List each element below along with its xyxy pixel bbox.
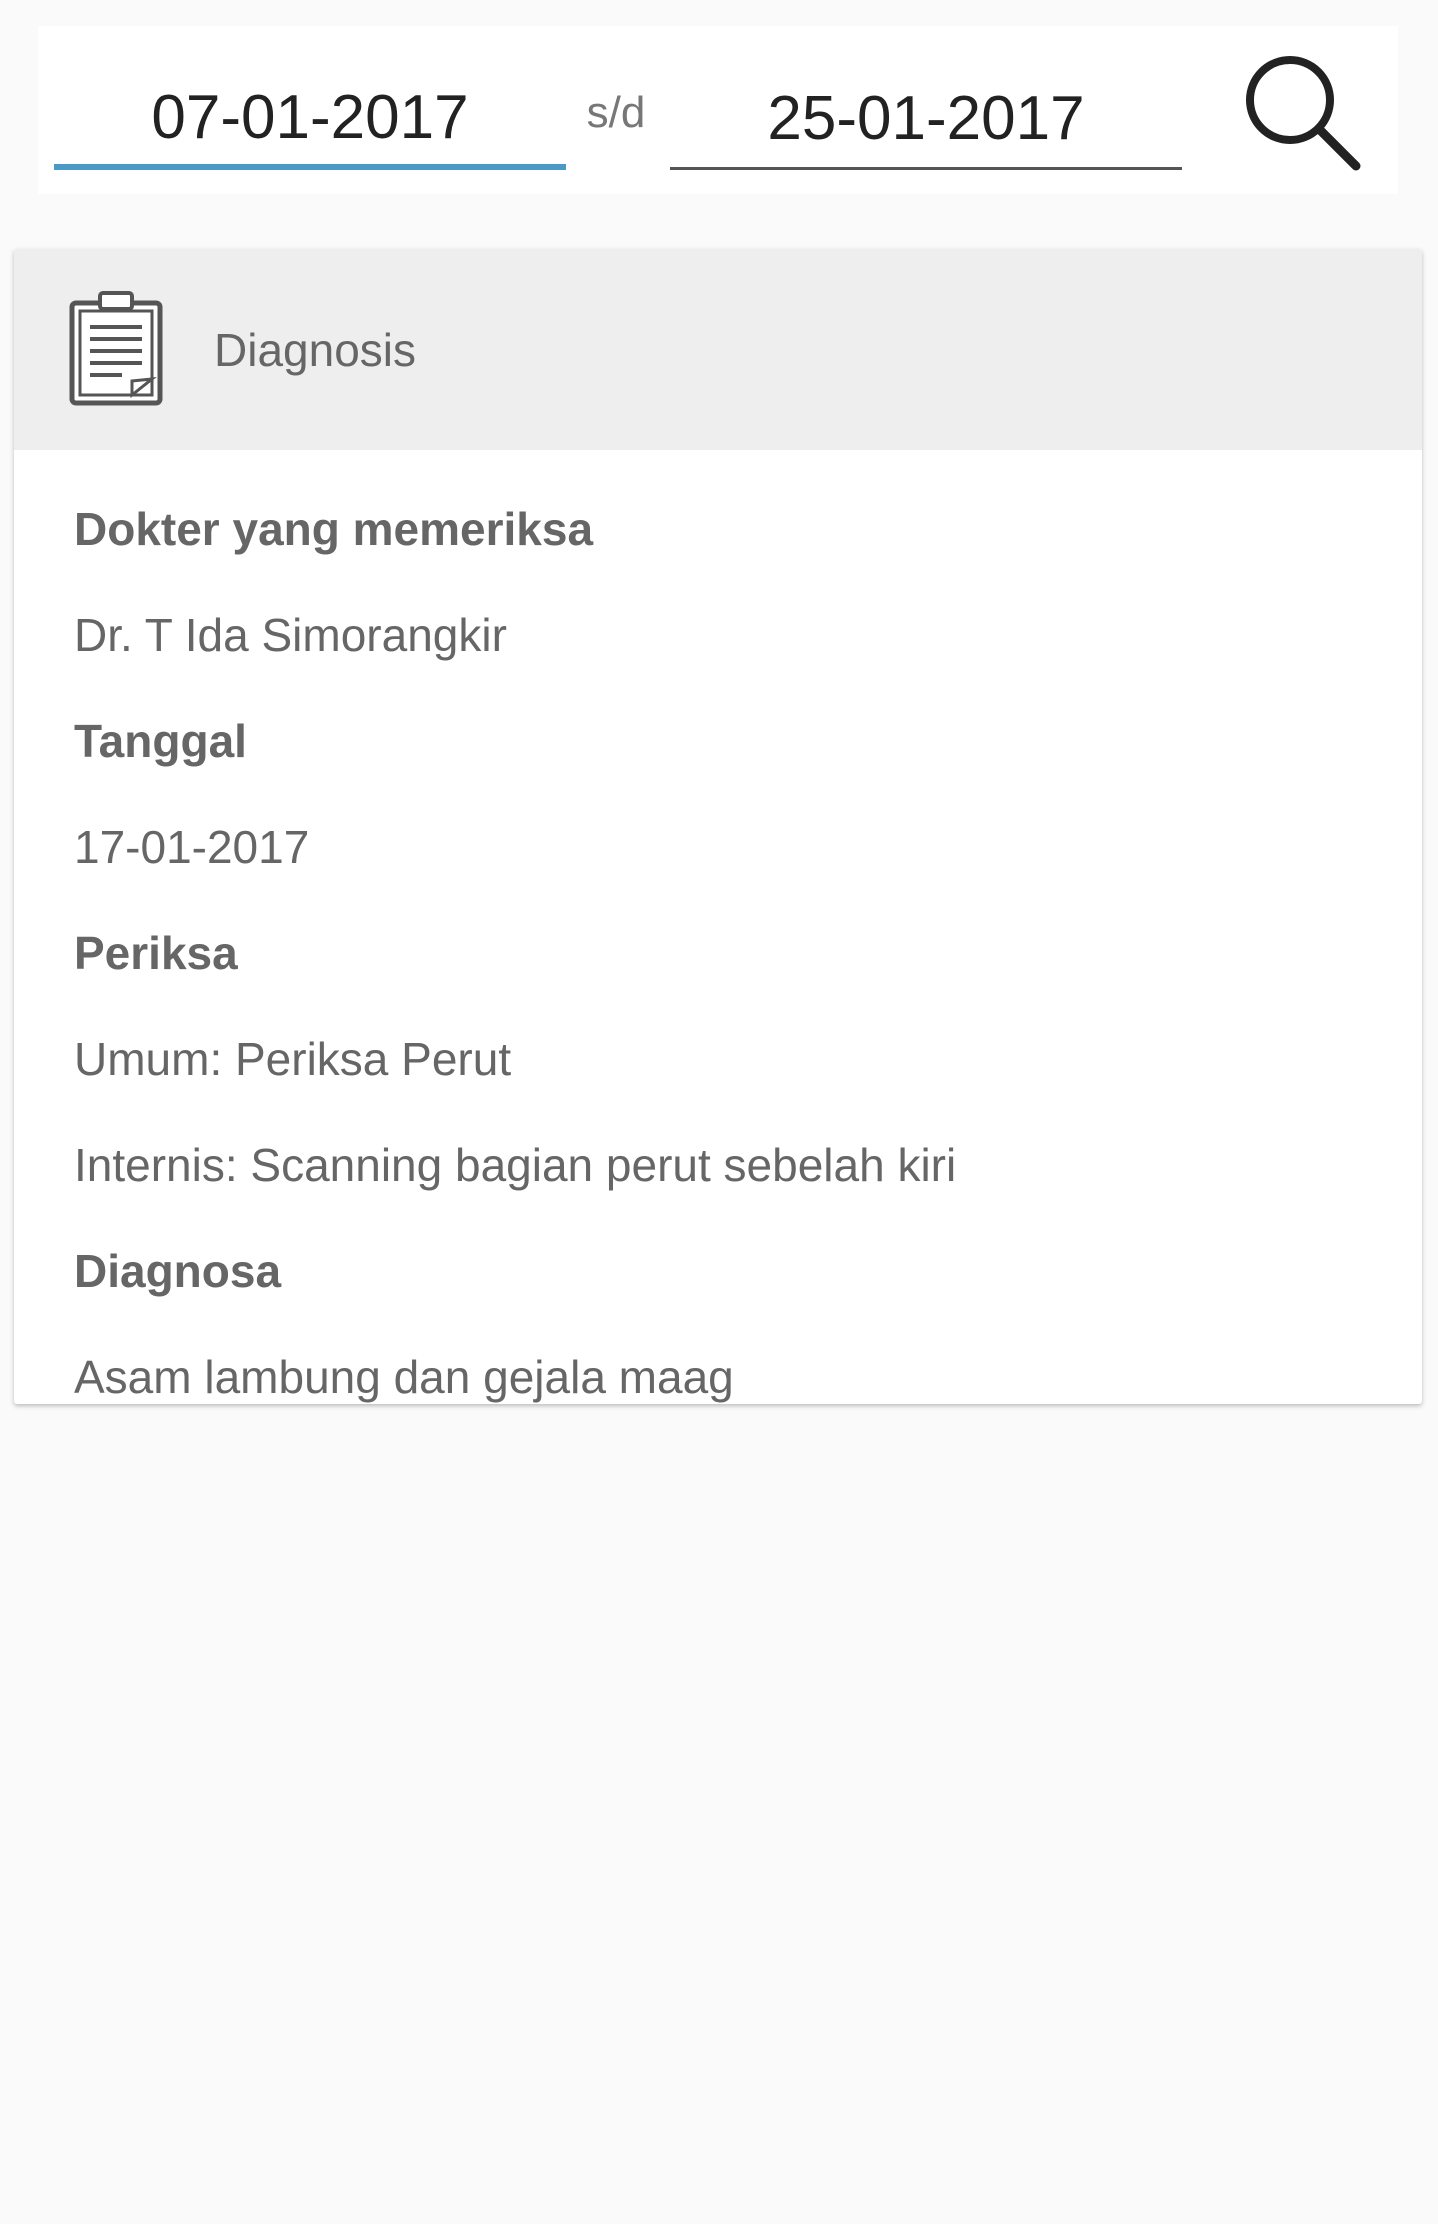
date-range-separator: s/d <box>586 88 646 137</box>
diagnosis-value: Asam lambung dan gejala maag <box>74 1351 734 1403</box>
exam-item: Internis: Scanning bagian perut sebelah … <box>74 1139 957 1191</box>
doctor-value: Dr. T Ida Simorangkir <box>74 609 507 661</box>
date-to-field[interactable] <box>670 70 1182 170</box>
card-title: Diagnosis <box>214 324 416 376</box>
clipboard-icon <box>66 289 176 409</box>
date-value: 17-01-2017 <box>74 821 310 873</box>
card-body: Dokter yang memeriksa Dr. T Ida Simorang… <box>14 450 1422 1404</box>
card-header: Diagnosis <box>14 249 1422 450</box>
diagnosis-card: Diagnosis Dokter yang memeriksa Dr. T Id… <box>14 249 1422 1404</box>
search-icon <box>1246 56 1361 171</box>
date-filter-bar: s/d <box>38 26 1398 194</box>
date-label: Tanggal <box>74 715 247 767</box>
doctor-label: Dokter yang memeriksa <box>74 503 594 555</box>
search-button[interactable] <box>1238 48 1368 178</box>
exam-label: Periksa <box>74 927 238 979</box>
date-from-field[interactable] <box>54 70 566 170</box>
diagnosis-label: Diagnosa <box>74 1245 282 1297</box>
exam-item: Umum: Periksa Perut <box>74 1033 512 1085</box>
